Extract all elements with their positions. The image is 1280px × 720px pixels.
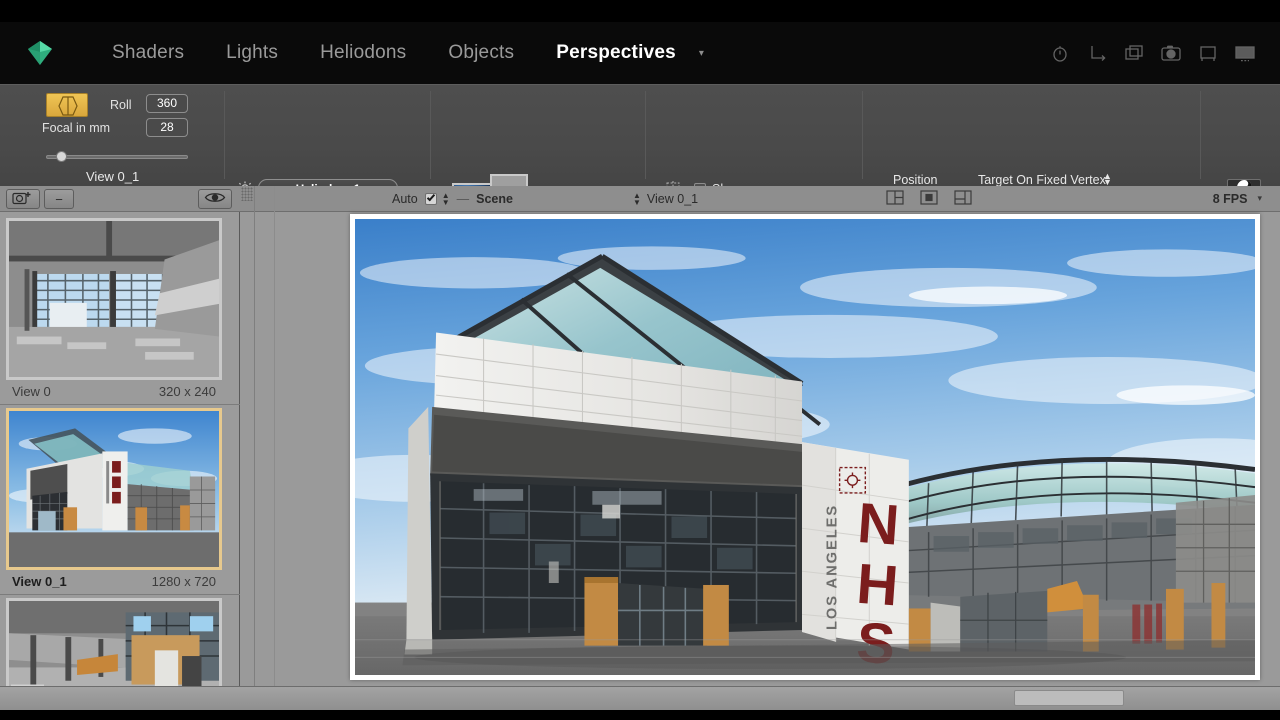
viewport-view-label[interactable]: View 0_1: [647, 192, 698, 206]
letterbox-top: [0, 0, 1280, 22]
auto-checkbox[interactable]: [424, 192, 437, 205]
control-panel: Roll 360 Focal in mm 28 ? View 0_1 Helio…: [0, 84, 1280, 267]
viewport-header: Auto ▲ ▼ — Scene ▲ ▼ View 0_1 8 FPS ▾: [240, 186, 1280, 212]
layout-single-icon[interactable]: [954, 189, 972, 208]
axis-icon[interactable]: [1086, 42, 1108, 64]
svg-text:H: H: [855, 552, 901, 618]
focal-label: Focal in mm: [42, 121, 111, 135]
menu-item-shaders[interactable]: Shaders: [91, 42, 205, 64]
roll-label: Roll: [110, 98, 132, 112]
view-name: View 0: [12, 383, 51, 399]
panel-drag-handle[interactable]: [241, 187, 253, 201]
auto-label: Auto: [392, 191, 418, 206]
divider: [0, 404, 240, 405]
menubar-icon-group: [1049, 42, 1256, 64]
menu-item-objects[interactable]: Objects: [427, 42, 535, 64]
layers-icon[interactable]: [1123, 42, 1145, 64]
interior-lobby-thumb: [9, 221, 219, 377]
nhs-building-render: N H S LOS ANGELES: [355, 219, 1255, 675]
sidebar-toolbar: −: [0, 186, 240, 212]
divider: [274, 186, 275, 686]
clock-icon[interactable]: [1049, 42, 1071, 64]
divider: [0, 594, 240, 595]
gem-icon[interactable]: [25, 39, 55, 67]
layout-split-icon[interactable]: [886, 189, 904, 208]
thumbnail-meta: View 0_1 1280 x 720: [6, 570, 222, 592]
stepper-icon[interactable]: ▲ ▼: [442, 191, 450, 206]
progress-field[interactable]: [1014, 690, 1124, 706]
view-thumbnail-selected[interactable]: [6, 408, 222, 570]
scene-label[interactable]: Scene: [476, 192, 513, 206]
perspective-camera-icon[interactable]: [46, 93, 88, 117]
view-size: 1280 x 720: [151, 573, 216, 589]
menu-item-perspectives[interactable]: Perspectives: [535, 42, 697, 64]
render-image[interactable]: N H S LOS ANGELES: [350, 214, 1260, 680]
roll-input[interactable]: 360: [146, 94, 188, 113]
layout-quad-icon[interactable]: [920, 189, 938, 208]
render-viewport: Auto ▲ ▼ — Scene ▲ ▼ View 0_1 8 FPS ▾ N …: [240, 186, 1280, 686]
focal-input[interactable]: 28: [146, 118, 188, 137]
list-item[interactable]: View 0_1 1280 x 720: [6, 408, 222, 592]
views-sidebar: − View 0 320 x 240 View 0_1 1280 x 720: [0, 186, 240, 716]
view-size: 320 x 240: [158, 383, 216, 399]
svg-text:N: N: [856, 491, 902, 557]
bottom-status-bar: [0, 686, 1280, 710]
menu-item-heliodons[interactable]: Heliodons: [299, 42, 427, 64]
letterbox-bottom: [0, 710, 1280, 720]
svg-text:LOS ANGELES: LOS ANGELES: [825, 504, 841, 630]
monitor-icon[interactable]: [1234, 42, 1256, 64]
menu-item-lights[interactable]: Lights: [205, 42, 299, 64]
position-title: Position: [893, 173, 938, 187]
view-name: View 0_1: [12, 573, 67, 589]
dash-separator: —: [456, 191, 470, 206]
eye-icon: [204, 191, 226, 207]
menu-bar: Shaders Lights Heliodons Objects Perspec…: [0, 22, 1280, 84]
app-window: Shaders Lights Heliodons Objects Perspec…: [0, 0, 1280, 720]
view-thumbnail[interactable]: [6, 218, 222, 380]
divider: [254, 186, 255, 686]
camera-plus-icon: [12, 190, 34, 208]
camera-icon[interactable]: [1160, 42, 1182, 64]
preview-toggle-button[interactable]: [198, 189, 232, 209]
chevron-down-icon[interactable]: ▾: [1257, 193, 1262, 204]
remove-view-button[interactable]: −: [44, 189, 74, 209]
fps-label: 8 FPS: [1212, 191, 1248, 206]
list-item[interactable]: View 0 320 x 240: [6, 218, 222, 402]
target-title: Target On Fixed Vertex: [978, 173, 1106, 187]
nhs-exterior-thumb: [9, 411, 219, 567]
focal-slider[interactable]: [46, 155, 188, 159]
thumbnail-meta: View 0 320 x 240: [6, 380, 222, 402]
chevron-down-icon[interactable]: ▾: [699, 48, 704, 59]
crop-icon[interactable]: [1197, 42, 1219, 64]
focal-slider-knob[interactable]: [56, 151, 67, 162]
view-name-label: View 0_1: [86, 169, 140, 184]
stepper-icon[interactable]: ▲ ▼: [1103, 172, 1112, 187]
stepper-icon[interactable]: ▲ ▼: [633, 191, 641, 206]
add-view-button[interactable]: [6, 189, 40, 209]
